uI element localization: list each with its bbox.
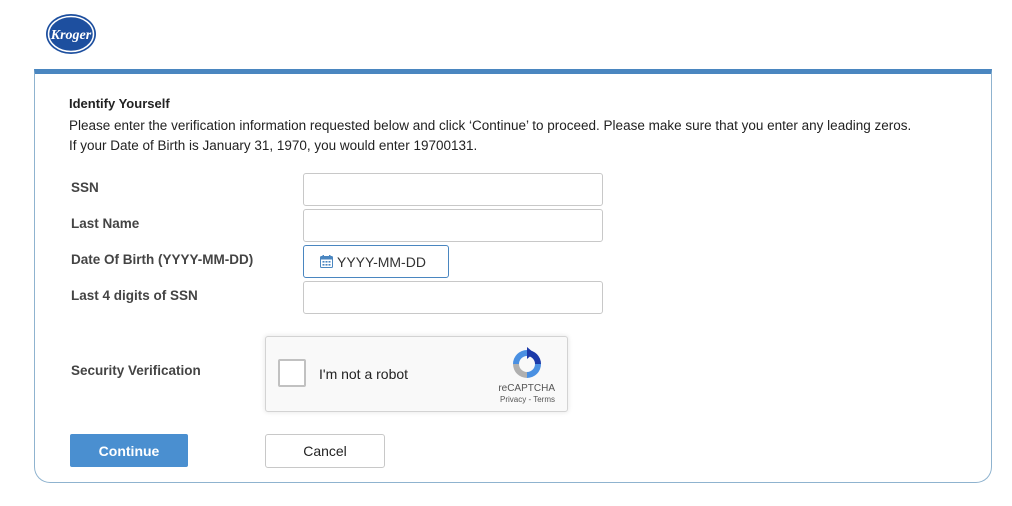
recaptcha-checkbox[interactable] [278, 359, 306, 387]
ssn-label: SSN [71, 180, 99, 195]
verification-panel: Identify Yourself Please enter the verif… [34, 69, 992, 483]
dob-input[interactable] [337, 253, 447, 270]
recaptcha-brand: reCAPTCHA [498, 383, 555, 394]
logo-text: Kroger [50, 28, 92, 43]
ssn-input[interactable] [303, 173, 603, 206]
last-name-label: Last Name [71, 216, 140, 231]
instruction-line-1: Please enter the verification informatio… [69, 118, 912, 133]
continue-button[interactable]: Continue [70, 434, 188, 467]
last4-label: Last 4 digits of SSN [71, 288, 198, 303]
recaptcha-text: I'm not a robot [319, 366, 409, 382]
kroger-logo: Kroger [46, 14, 96, 54]
dob-label: Date Of Birth (YYYY-MM-DD) [71, 252, 254, 267]
recaptcha-widget: I'm not a robot reCAPTCHA Privacy - Term… [265, 336, 568, 412]
security-label: Security Verification [71, 363, 201, 378]
recaptcha-privacy-terms[interactable]: Privacy - Terms [500, 395, 555, 404]
dob-field[interactable] [303, 245, 449, 278]
calendar-icon [320, 255, 333, 268]
form-heading: Identify Yourself [69, 96, 170, 111]
last4-input[interactable] [303, 281, 603, 314]
last-name-input[interactable] [303, 209, 603, 242]
instruction-line-2: If your Date of Birth is January 31, 197… [69, 138, 478, 153]
recaptcha-icon [513, 347, 541, 378]
form-instructions: Please enter the verification informatio… [69, 116, 911, 156]
cancel-button[interactable]: Cancel [265, 434, 385, 468]
